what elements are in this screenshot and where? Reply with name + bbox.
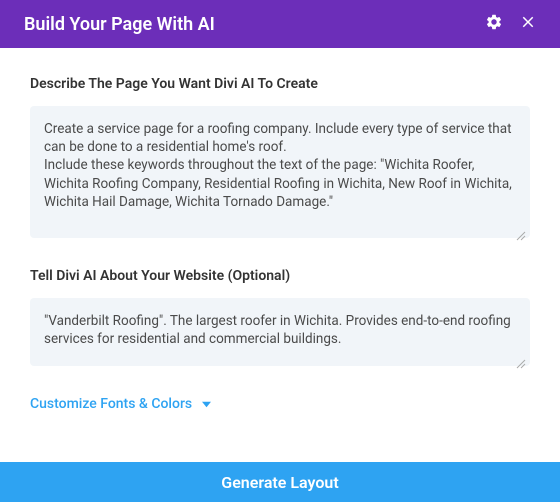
close-icon (519, 13, 537, 35)
generate-layout-button[interactable]: Generate Layout (0, 462, 560, 502)
modal-title: Build Your Page With AI (24, 14, 474, 35)
close-button[interactable] (514, 10, 542, 38)
caret-down-icon (202, 400, 211, 409)
modal-content: Describe The Page You Want Divi AI To Cr… (0, 48, 560, 462)
describe-textarea[interactable] (30, 106, 530, 238)
about-field-container (30, 298, 530, 370)
settings-button[interactable] (480, 10, 508, 38)
describe-field-container (30, 106, 530, 242)
gear-icon (485, 13, 503, 35)
about-label: Tell Divi AI About Your Website (Optiona… (30, 268, 530, 284)
customize-fonts-colors-link[interactable]: Customize Fonts & Colors (30, 396, 530, 412)
modal-header: Build Your Page With AI (0, 0, 560, 48)
about-textarea[interactable] (30, 298, 530, 366)
describe-label: Describe The Page You Want Divi AI To Cr… (30, 76, 530, 92)
modal-footer: Generate Layout (0, 462, 560, 502)
customize-link-text: Customize Fonts & Colors (30, 396, 192, 412)
